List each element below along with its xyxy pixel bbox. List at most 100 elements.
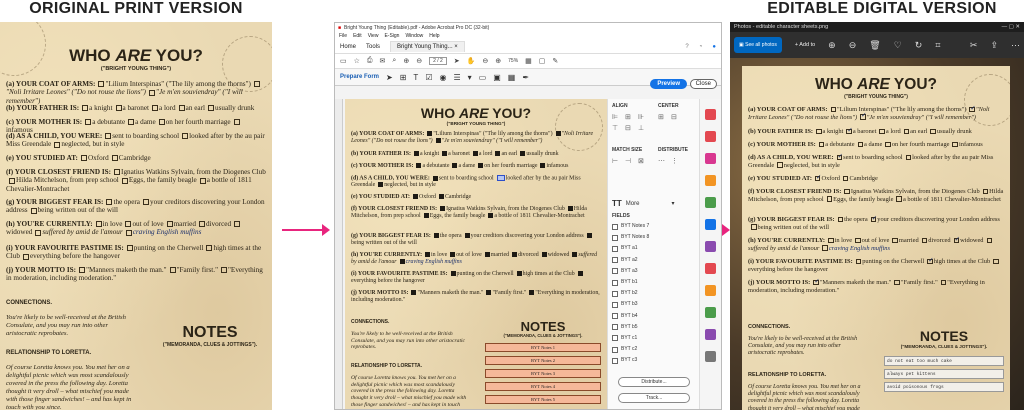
center-h-icon[interactable]: ⊞ <box>658 113 668 121</box>
checkbox-b3[interactable] <box>879 128 885 135</box>
checkbox-b5[interactable] <box>930 128 936 135</box>
prepare-form-tool-icon[interactable] <box>705 329 716 340</box>
align-left-icon[interactable]: ⊫ <box>612 113 622 121</box>
checkbox-i2[interactable] <box>927 257 933 265</box>
field-d2-selected[interactable] <box>496 175 505 181</box>
zoom-level[interactable]: 75% <box>508 58 518 64</box>
field-i3[interactable] <box>577 271 583 277</box>
field-h7[interactable] <box>399 259 405 265</box>
field-item[interactable]: BYT c2 <box>612 344 698 355</box>
field-item[interactable]: BYT a1 <box>612 243 698 254</box>
optimize-icon[interactable] <box>705 307 716 318</box>
field-h3[interactable] <box>484 252 490 258</box>
bell-icon[interactable]: ◔ <box>699 44 703 50</box>
mail-icon[interactable]: ✉ <box>380 57 386 65</box>
help-icon[interactable]: ? <box>685 44 688 50</box>
distribute-h-icon[interactable]: ⋯ <box>658 157 668 165</box>
field-c2[interactable] <box>452 163 458 169</box>
checkbox-h4[interactable] <box>921 237 928 244</box>
field-d3[interactable] <box>378 182 384 188</box>
close-button[interactable]: Close <box>689 79 717 89</box>
notes-field-5[interactable]: BYT Notes 5 <box>485 395 601 404</box>
field-item[interactable]: BYT Notes 8 <box>612 232 698 243</box>
checkbox-j2[interactable] <box>894 279 900 286</box>
tab-document[interactable]: Bright Young Thing... × <box>390 41 465 52</box>
create-pdf-icon[interactable] <box>705 131 716 142</box>
align-center-icon[interactable]: ⊞ <box>625 113 635 121</box>
field-e2[interactable] <box>438 194 444 200</box>
checkbox-c4[interactable] <box>952 141 958 148</box>
field-item[interactable]: BYT b3 <box>612 299 698 310</box>
field-f1[interactable] <box>440 206 446 212</box>
notes-text-field-2[interactable]: always pet kittens <box>884 369 1004 379</box>
select-tool-icon[interactable]: ➤ <box>454 57 460 65</box>
field-c1[interactable] <box>416 163 422 169</box>
checkbox-a2[interactable] <box>969 105 975 113</box>
fill-sign-icon[interactable] <box>705 241 716 252</box>
checkbox-i3[interactable] <box>993 258 999 265</box>
zoom-out-icon[interactable]: ⊖ <box>849 40 857 51</box>
field-f3[interactable] <box>423 213 429 219</box>
list-tool-icon[interactable]: ☰ <box>453 73 460 82</box>
more-tools-icon[interactable] <box>705 351 716 362</box>
page-up-icon[interactable]: ⊕ <box>403 57 409 65</box>
checkbox-h3[interactable] <box>892 237 898 244</box>
field-item[interactable]: BYT a2 <box>612 255 698 266</box>
notes-field-4[interactable]: BYT Notes 4 <box>485 382 601 391</box>
checkbox-a1[interactable] <box>830 106 837 113</box>
checkbox-c1[interactable] <box>818 141 825 148</box>
field-f4[interactable] <box>488 213 494 219</box>
more-dropdown[interactable]: TT More ▾ <box>612 199 674 208</box>
window-controls-icon[interactable]: — ▢ ✕ <box>1002 24 1020 30</box>
search-icon[interactable]: ⌕ <box>392 57 396 65</box>
fit-page-icon[interactable]: ▦ <box>525 57 532 65</box>
page-indicator[interactable]: 2 / 2 <box>429 57 447 65</box>
distribute-v-icon[interactable]: ⋮ <box>671 157 681 165</box>
notes-text-field-1[interactable]: do not eat too much cake <box>884 356 1004 366</box>
hand-tool-icon[interactable]: ✋ <box>467 57 476 65</box>
checkbox-e2[interactable] <box>842 175 849 182</box>
field-i1[interactable] <box>450 271 456 277</box>
comment-icon[interactable]: ▢ <box>539 57 546 65</box>
field-item[interactable]: BYT b5 <box>612 322 698 333</box>
button-tool-icon[interactable]: ▭ <box>479 73 487 82</box>
combine-icon[interactable] <box>705 197 716 208</box>
field-a1[interactable] <box>427 131 433 137</box>
field-e1[interactable] <box>412 194 418 200</box>
field-b5[interactable] <box>520 151 526 157</box>
checkbox-c2[interactable] <box>857 141 864 148</box>
field-item[interactable]: BYT Notes 7 <box>612 221 698 232</box>
notes-field-1[interactable]: BYT Notes 1 <box>485 343 601 352</box>
avatar[interactable]: ● <box>712 44 716 50</box>
checkbox-j3[interactable] <box>940 279 947 286</box>
zoom-in-icon[interactable]: ⊕ <box>495 57 501 65</box>
organize-icon[interactable] <box>705 219 716 230</box>
edit-icon[interactable]: ✂ <box>970 40 978 51</box>
checkbox-a3[interactable] <box>860 112 866 120</box>
checkbox-d3[interactable] <box>777 162 783 168</box>
share-icon[interactable]: ⇪ <box>990 40 998 51</box>
signature-tool-icon[interactable]: ✒ <box>522 73 529 82</box>
checkbox-c3[interactable] <box>885 141 891 148</box>
menu-window[interactable]: Window <box>405 33 423 39</box>
delete-icon[interactable]: 🗑 <box>869 40 880 51</box>
radio-tool-icon[interactable]: ◉ <box>439 73 446 82</box>
checkbox-h1[interactable] <box>828 237 834 244</box>
menu-view[interactable]: View <box>368 33 379 39</box>
field-tool-icon[interactable]: ⊞ <box>400 73 407 82</box>
protect-icon[interactable] <box>705 285 716 296</box>
comment-tool-icon[interactable] <box>705 175 716 186</box>
field-item[interactable]: BYT b4 <box>612 311 698 322</box>
page-down-icon[interactable]: ⊖ <box>416 57 422 65</box>
field-h5[interactable] <box>541 252 547 258</box>
checkbox-f1[interactable] <box>844 188 850 195</box>
save-icon[interactable]: ▭ <box>340 57 347 65</box>
field-item[interactable]: BYT b1 <box>612 277 698 288</box>
menu-esign[interactable]: E-Sign <box>384 33 399 39</box>
field-h6[interactable] <box>572 252 578 258</box>
menu-file[interactable]: File <box>339 33 347 39</box>
align-right-icon[interactable]: ⊪ <box>638 113 648 121</box>
checkbox-f2[interactable] <box>982 188 989 195</box>
checkbox-h6[interactable] <box>986 237 993 244</box>
match-height-icon[interactable]: ⊣ <box>625 157 635 165</box>
